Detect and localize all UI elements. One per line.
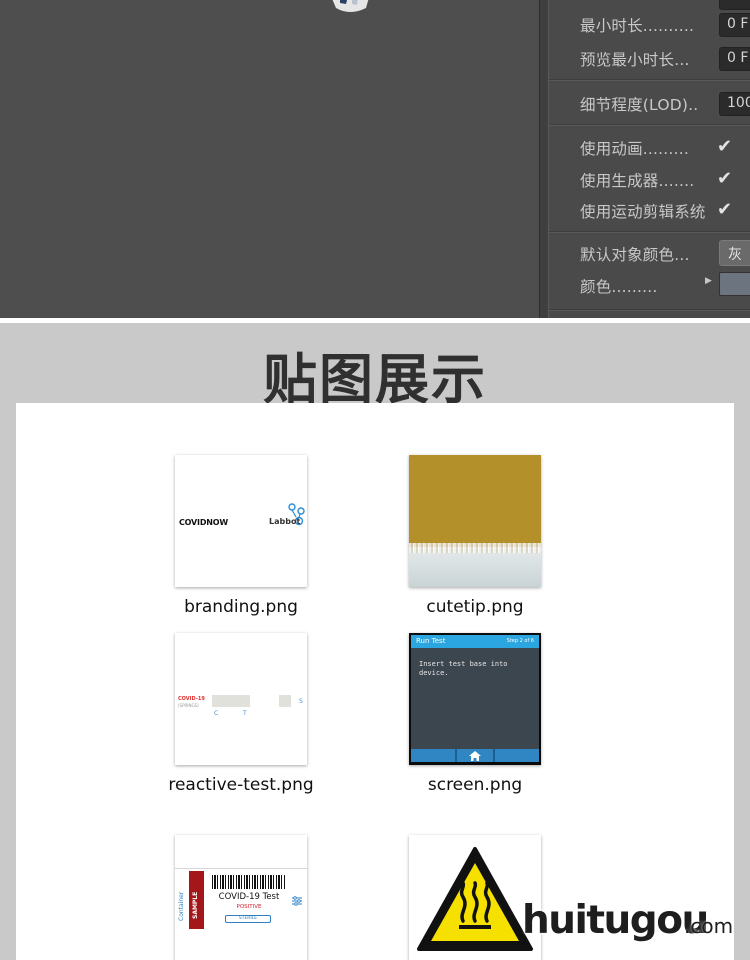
label-result-status: POSITIVE	[236, 904, 262, 910]
texture-filename: cutetip.png	[426, 597, 524, 617]
barcode	[212, 875, 286, 889]
texture-filename: screen.png	[427, 775, 523, 795]
clipped-top-field[interactable]	[719, 0, 750, 10]
properties-panel: 最小时长.......... 0 F 预览最小时长... 0 F 细节程度(LO…	[549, 0, 750, 318]
hot-surface-warning-icon	[417, 847, 533, 951]
preview-min-duration-label: 预览最小时长...	[580, 51, 690, 69]
color-swatch[interactable]	[719, 272, 750, 296]
texture-filename: branding.png	[184, 597, 298, 617]
use-motion-clip-checkbox[interactable]: ✔	[717, 200, 737, 220]
device-screen-header: Run Test Step 2 of 6	[411, 635, 539, 648]
cutetip-white-area	[409, 547, 541, 587]
preview-min-duration-field[interactable]: 0 F	[719, 47, 750, 71]
reactive-test-subtitle: (SPRINGS)	[178, 703, 199, 708]
texture-thumb-label[interactable]: Container SAMPLE COVID-19 Test POSITIVE …	[175, 835, 307, 960]
min-duration-field[interactable]: 0 F	[719, 13, 750, 37]
default-object-color-label: 默认对象颜色...	[580, 246, 690, 264]
texture-thumb-screen[interactable]: Run Test Step 2 of 6 Insert test base in…	[409, 633, 541, 765]
label-sample-text: SAMPLE	[192, 891, 199, 919]
use-motion-clip-label: 使用运动剪辑系统	[580, 203, 706, 221]
reactive-test-result-window	[212, 695, 250, 707]
brand-text-covidnow: COVIDNOW	[179, 518, 228, 527]
watermark-suffix: .com	[684, 914, 734, 938]
min-duration-label: 最小时长..........	[580, 17, 695, 35]
panel-divider	[549, 124, 750, 126]
reactive-test-sample-window	[279, 695, 291, 707]
settings-sliders-icon	[292, 896, 302, 906]
site-watermark: huitugou .com	[522, 898, 742, 954]
use-generators-checkbox[interactable]: ✔	[717, 169, 737, 189]
device-screen-frame: Run Test Step 2 of 6 Insert test base in…	[409, 633, 541, 765]
lod-label: 细节程度(LOD)..	[580, 96, 699, 114]
3d-viewport[interactable]	[0, 0, 539, 318]
texture-card: COVIDNOW Labbot branding.png cutetip.png…	[16, 403, 734, 960]
label-container-text: Container	[178, 891, 185, 921]
label-test-title: COVID-19 Test	[218, 892, 280, 902]
cutetip-fuzzy-edge	[409, 543, 541, 553]
panel-divider	[549, 79, 750, 81]
use-animation-label: 使用动画.........	[580, 140, 689, 158]
label-sterile-badge: STERILE	[225, 915, 271, 923]
footer-separator	[493, 749, 495, 762]
texture-thumb-cutetip[interactable]	[409, 455, 541, 587]
label-top-line	[175, 868, 307, 869]
device-screen-title: Run Test	[416, 637, 446, 645]
expand-arrow-icon[interactable]: ▶	[705, 276, 712, 286]
texture-thumb-branding[interactable]: COVIDNOW Labbot	[175, 455, 307, 587]
cutetip-gold-area	[409, 455, 541, 551]
panel-splitter[interactable]	[539, 0, 549, 318]
texture-gallery-section: 贴图展示 COVIDNOW Labbot branding.png cuteti…	[0, 318, 750, 960]
panel-divider	[549, 231, 750, 233]
texture-filename: reactive-test.png	[168, 775, 314, 795]
use-generators-label: 使用生成器.......	[580, 172, 695, 190]
reactive-test-title: COVID-19	[178, 696, 205, 702]
model-fragment	[332, 0, 369, 12]
device-screen: Run Test Step 2 of 6 Insert test base in…	[411, 635, 539, 762]
app-screenshot: 最小时长.......... 0 F 预览最小时长... 0 F 细节程度(LO…	[0, 0, 750, 318]
brand-text-labbot: Labbot	[269, 517, 301, 526]
watermark-text: huitugou	[522, 898, 709, 943]
device-screen-instruction: Insert test base into device.	[419, 660, 508, 677]
reactive-test-c-mark: C	[214, 710, 219, 717]
reactive-test-s-mark: S	[299, 698, 303, 705]
footer-separator	[455, 749, 457, 762]
use-animation-checkbox[interactable]: ✔	[717, 137, 737, 157]
device-screen-step: Step 2 of 6	[506, 638, 534, 644]
home-icon	[469, 751, 481, 761]
lod-field[interactable]: 100	[719, 92, 750, 116]
device-screen-footer	[411, 749, 539, 762]
panel-divider	[549, 309, 750, 311]
reactive-test-t-mark: T	[243, 710, 247, 717]
texture-thumb-reactive-test[interactable]: COVID-19 (SPRINGS) C T S	[175, 633, 307, 765]
default-object-color-dropdown[interactable]: 灰	[719, 240, 750, 266]
color-label: 颜色.........	[580, 278, 658, 296]
